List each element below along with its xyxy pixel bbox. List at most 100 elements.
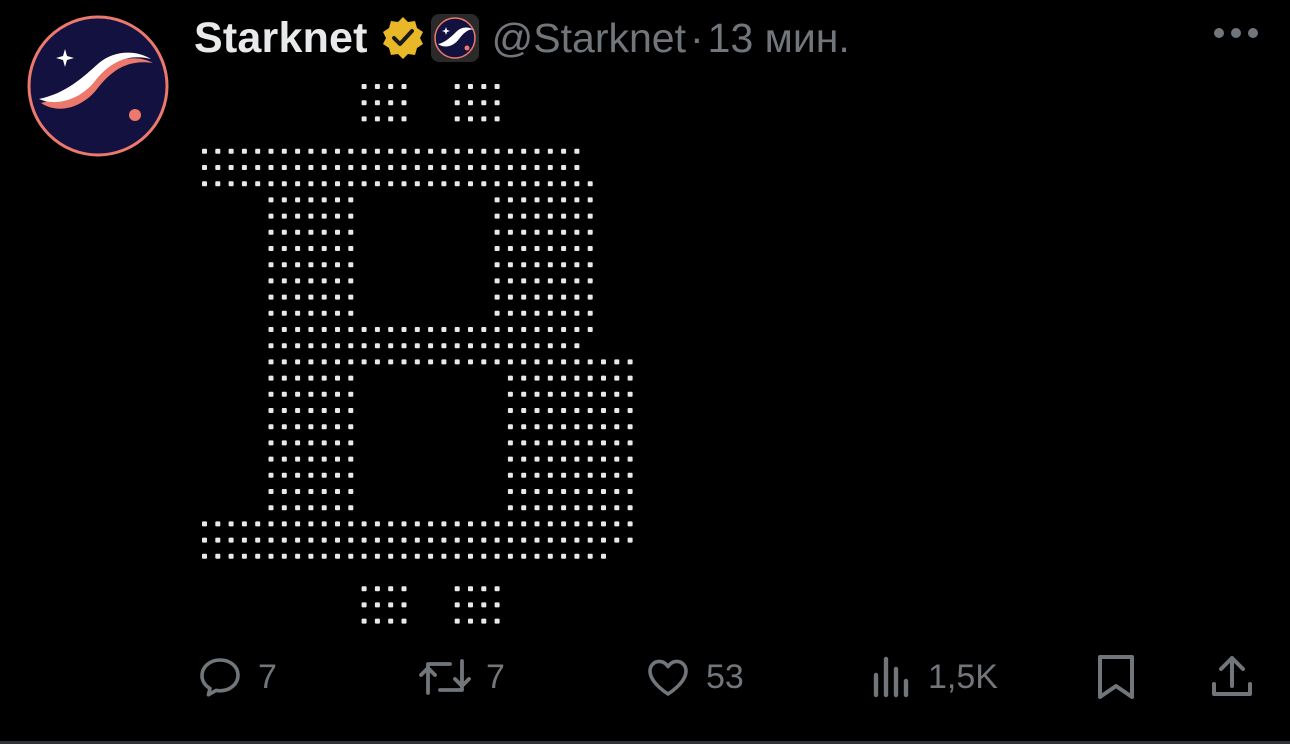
braille-dot: [574, 472, 580, 478]
braille-dot: [348, 294, 354, 300]
braille-dot: [587, 391, 593, 397]
braille-dot: [494, 343, 500, 349]
braille-dot: [335, 181, 340, 187]
braille-dot: [561, 359, 567, 365]
braille-dot: [547, 229, 553, 235]
braille-dot: [601, 489, 606, 494]
braille-dot: [388, 84, 394, 89]
like-button[interactable]: 53: [644, 650, 744, 704]
braille-dot: [454, 343, 460, 349]
braille-dot: [587, 278, 593, 284]
braille-dot: [494, 310, 500, 316]
braille-dot: [574, 553, 580, 559]
braille-dot: [414, 521, 420, 527]
braille-dot: [587, 489, 593, 494]
braille-dot: [601, 375, 606, 381]
braille-dot: [215, 148, 221, 154]
braille-dot: [561, 310, 567, 316]
braille-dot: [295, 246, 301, 251]
braille-dot: [494, 278, 500, 284]
braille-dot: [215, 165, 221, 170]
braille-dot: [295, 537, 301, 543]
braille-dot: [308, 472, 314, 478]
braille-dot: [441, 165, 447, 170]
braille-dot: [574, 359, 580, 365]
braille-dot: [202, 165, 207, 170]
braille-dot: [374, 537, 380, 543]
starknet-affiliate-badge-icon[interactable]: [430, 13, 480, 63]
braille-dot: [547, 553, 553, 559]
braille-dot: [614, 359, 620, 365]
braille-dot: [521, 310, 527, 316]
braille-dot: [494, 553, 500, 559]
tweet[interactable]: Starknet @Starknet · 13 мин. 7 7 53 1,5K: [0, 0, 1290, 744]
braille-dot: [295, 148, 301, 154]
braille-dot: [255, 148, 261, 154]
braille-dot: [401, 521, 407, 527]
share-button[interactable]: [1208, 650, 1256, 704]
braille-dot: [561, 165, 567, 170]
braille-dot: [281, 553, 287, 559]
braille-dot: [268, 521, 274, 527]
braille-dot: [281, 197, 287, 203]
braille-dot: [574, 521, 580, 527]
author-handle[interactable]: @Starknet: [492, 15, 686, 62]
braille-dot: [281, 472, 287, 478]
braille-dot: [481, 116, 487, 122]
braille-dot: [627, 521, 633, 527]
braille-dot: [335, 440, 340, 446]
braille-dot: [321, 375, 327, 381]
braille-dot: [547, 278, 553, 284]
braille-dot: [574, 408, 580, 413]
braille-dot: [321, 489, 327, 494]
braille-dot: [521, 537, 527, 543]
braille-dot: [281, 262, 287, 268]
braille-dot: [494, 537, 500, 543]
braille-dot: [627, 456, 633, 462]
post-timestamp[interactable]: 13 мин.: [708, 15, 850, 62]
braille-dot: [308, 197, 314, 203]
braille-dot: [441, 181, 447, 187]
braille-dot: [335, 246, 340, 251]
braille-dot: [494, 359, 500, 365]
braille-dot: [268, 537, 274, 543]
braille-dot: [361, 116, 367, 122]
avatar[interactable]: [27, 15, 169, 157]
braille-dot: [374, 84, 380, 89]
braille-dot: [428, 521, 434, 527]
author-name[interactable]: Starknet: [194, 14, 368, 63]
braille-dot: [521, 472, 527, 478]
braille-dot: [534, 505, 540, 511]
bookmark-button[interactable]: [1094, 650, 1138, 704]
braille-dot: [308, 553, 314, 559]
braille-dot: [268, 148, 274, 154]
more-options-icon[interactable]: [1214, 28, 1258, 38]
braille-dot: [374, 343, 380, 349]
braille-dot: [335, 537, 340, 543]
braille-dot: [547, 148, 553, 154]
braille-dot: [614, 391, 620, 397]
braille-dot: [547, 343, 553, 349]
reply-button[interactable]: 7: [196, 650, 277, 704]
braille-dot: [308, 391, 314, 397]
braille-dot: [348, 148, 354, 154]
braille-dot: [547, 440, 553, 446]
braille-dot: [348, 246, 354, 251]
braille-dot: [507, 181, 513, 187]
repost-button[interactable]: 7: [418, 650, 505, 704]
braille-dot: [507, 278, 513, 284]
braille-dot: [295, 505, 301, 511]
braille-dot: [574, 375, 580, 381]
braille-dot: [587, 521, 593, 527]
braille-dot: [547, 391, 553, 397]
braille-dot: [308, 537, 314, 543]
braille-dot: [361, 148, 367, 154]
braille-dot: [268, 553, 274, 559]
braille-dot: [574, 456, 580, 462]
braille-dot: [308, 148, 314, 154]
braille-dot: [335, 359, 340, 365]
views-button[interactable]: 1,5K: [870, 650, 998, 704]
gold-verified-badge-icon[interactable]: [380, 15, 426, 61]
views-chart-icon: [873, 656, 909, 698]
braille-dot: [308, 408, 314, 413]
